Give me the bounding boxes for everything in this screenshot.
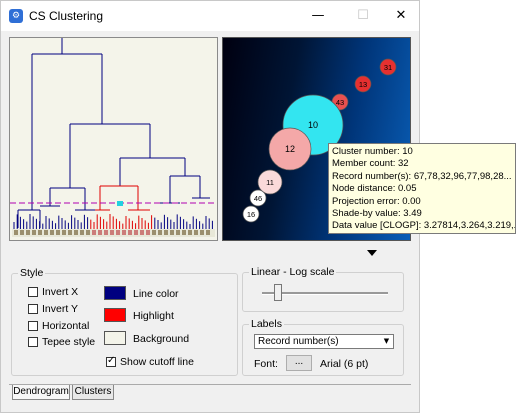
- scale-legend: Linear - Log scale: [251, 266, 335, 278]
- tooltip-line-error: Projection error: 0.00: [332, 195, 421, 207]
- cluster-bubble-label: 10: [308, 120, 318, 130]
- leaf-label-mark: [62, 230, 66, 235]
- leaf-label-mark: [104, 230, 108, 235]
- leaf-label-mark: [74, 230, 78, 235]
- cluster-bubble-label: 31: [384, 63, 392, 72]
- invert-y-label: Invert Y: [42, 303, 78, 315]
- tepee-style-checkbox[interactable]: [28, 337, 38, 347]
- tab-clusters[interactable]: Clusters: [72, 385, 114, 400]
- cluster-bubble-label: 46: [254, 194, 262, 203]
- leaf-label-mark: [20, 230, 24, 235]
- cluster-tooltip: Cluster number: 10 Member count: 32 Reco…: [328, 143, 516, 234]
- font-label: Font:: [254, 358, 278, 370]
- leaf-label-mark: [122, 230, 126, 235]
- label-field-select[interactable]: Record number(s) ▼: [254, 334, 394, 349]
- dendrogram-tree: [10, 38, 217, 237]
- selected-node-marker: [117, 201, 123, 206]
- leaf-label-mark: [68, 230, 72, 235]
- cluster-bubble-label: 16: [247, 210, 255, 219]
- leaf-label-mark: [158, 230, 162, 235]
- leaf-label-mark: [164, 230, 168, 235]
- leaf-label-mark: [56, 230, 60, 235]
- highlight-label: Highlight: [133, 310, 174, 322]
- leaf-label-mark: [50, 230, 54, 235]
- cluster-bubble-label: 12: [285, 144, 295, 154]
- tooltip-line-distance: Node distance: 0.05: [332, 183, 417, 195]
- invert-y-checkbox[interactable]: [28, 304, 38, 314]
- leaf-label-mark: [80, 230, 84, 235]
- tooltip-line-members: Member count: 32: [332, 158, 409, 170]
- maximize-button[interactable]: ☐: [343, 1, 383, 31]
- label-field-value: Record number(s): [258, 336, 339, 347]
- background-label: Background: [133, 333, 190, 345]
- tooltip-line-records: Record number(s): 67,78,32,96,77,98,28..…: [332, 170, 512, 182]
- line-color-swatch[interactable]: [104, 286, 126, 300]
- leaf-label-mark: [134, 230, 138, 235]
- leaf-label-mark: [140, 230, 144, 235]
- line-color-label: Line color: [133, 288, 179, 300]
- scale-group: Linear - Log scale: [242, 266, 404, 312]
- highlight-color-swatch[interactable]: [104, 308, 126, 322]
- leaf-label-mark: [170, 230, 174, 235]
- window-title: CS Clustering: [29, 9, 104, 23]
- minimize-button[interactable]: —: [298, 1, 338, 31]
- leaf-label-mark: [14, 230, 18, 235]
- font-picker-button[interactable]: ...: [286, 355, 312, 371]
- leaf-label-mark: [116, 230, 120, 235]
- labels-legend: Labels: [251, 318, 282, 330]
- style-legend: Style: [20, 267, 44, 279]
- leaf-label-mark: [38, 230, 42, 235]
- expand-arrow-icon[interactable]: [367, 250, 377, 256]
- invert-x-checkbox[interactable]: [28, 287, 38, 297]
- leaf-label-mark: [26, 230, 30, 235]
- cluster-bubble-label: 43: [336, 98, 344, 107]
- cs-app-icon: ⚙: [9, 9, 23, 23]
- chevron-down-icon: ▼: [383, 337, 390, 345]
- title-bar: ⚙ CS Clustering — ☐ ✕: [1, 1, 419, 31]
- leaf-label-mark: [200, 230, 204, 235]
- horizontal-label: Horizontal: [42, 320, 90, 332]
- leaf-label-mark: [146, 230, 150, 235]
- leaf-label-mark: [92, 230, 96, 235]
- cluster-bubble-label: 11: [266, 178, 274, 187]
- leaf-label-mark: [86, 230, 90, 235]
- leaf-label-mark: [128, 230, 132, 235]
- tooltip-line-cluster: Cluster number: 10: [332, 146, 413, 157]
- leaf-label-mark: [110, 230, 114, 235]
- leaf-label-mark: [176, 230, 180, 235]
- close-button[interactable]: ✕: [381, 1, 421, 31]
- leaf-label-mark: [32, 230, 36, 235]
- show-cutoff-checkbox[interactable]: [106, 355, 116, 367]
- leaf-label-mark: [206, 230, 210, 235]
- tooltip-line-data: Data value [CLOGP]: 3.27814,3.264,3.219,…: [332, 220, 516, 232]
- scale-slider-thumb[interactable]: [273, 284, 282, 301]
- horizontal-checkbox[interactable]: [28, 321, 38, 331]
- show-cutoff-label: Show cutoff line: [120, 356, 194, 368]
- tepee-style-label: Tepee style: [42, 336, 96, 348]
- leaf-label-mark: [188, 230, 192, 235]
- cluster-bubble-label: 13: [359, 80, 367, 89]
- leaf-label-mark: [98, 230, 102, 235]
- tooltip-line-shade: Shade-by value: 3.49: [332, 208, 422, 220]
- dendrogram-panel[interactable]: [9, 37, 218, 241]
- leaf-label-mark: [182, 230, 186, 235]
- leaf-label-mark: [44, 230, 48, 235]
- tab-dendrogram[interactable]: Dendrogram: [12, 385, 70, 400]
- invert-x-label: Invert X: [42, 286, 79, 298]
- leaf-label-mark: [194, 230, 198, 235]
- font-value: Arial (6 pt): [320, 358, 369, 370]
- leaf-label-mark: [152, 230, 156, 235]
- background-color-swatch[interactable]: [104, 331, 126, 345]
